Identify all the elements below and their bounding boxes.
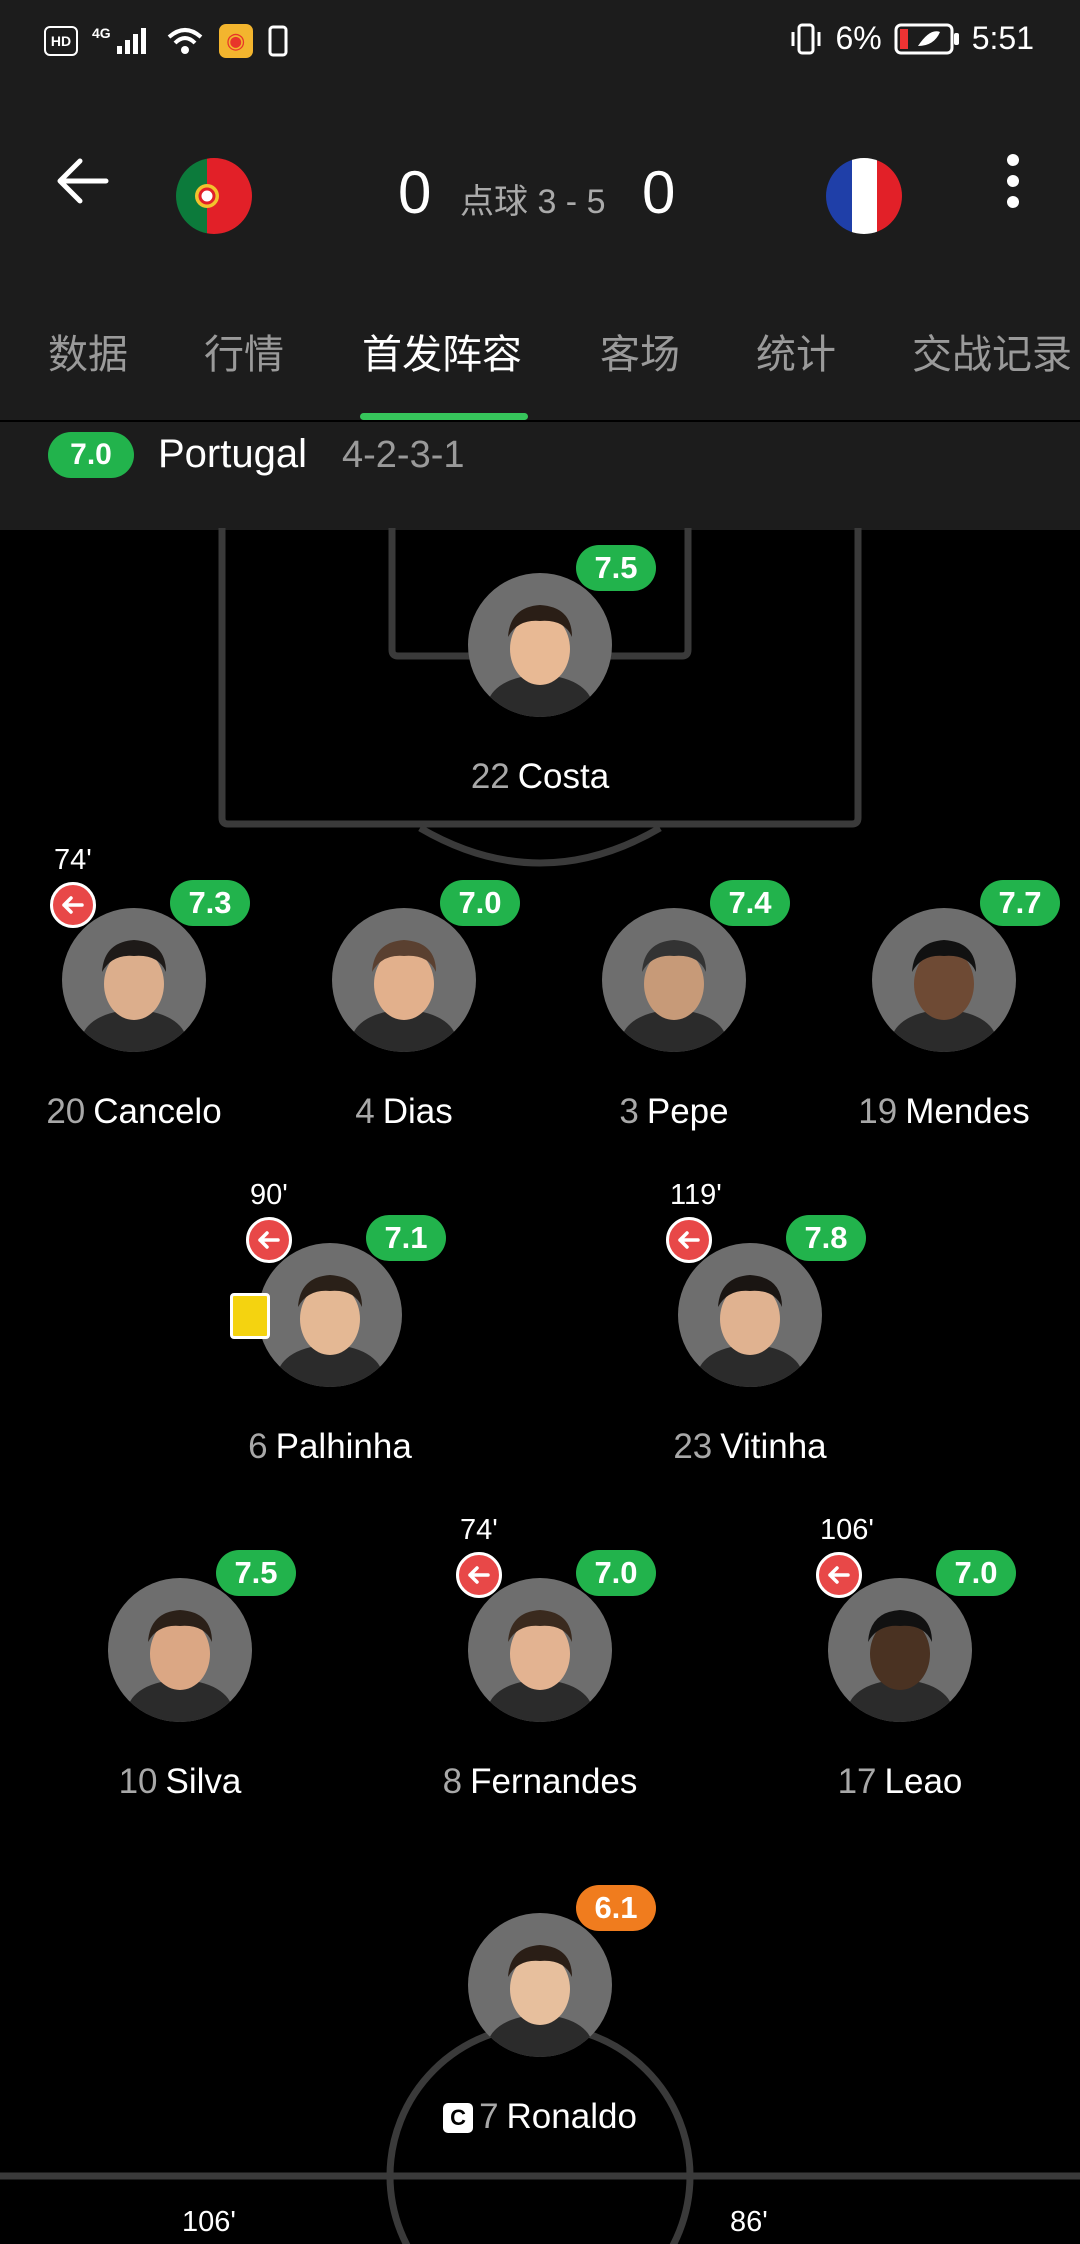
player-label: 17 Leao: [720, 1762, 1080, 1802]
sub-minute: 90': [250, 1179, 288, 1211]
player-number: 7: [479, 2097, 499, 2136]
player-rating-badge: 7.3: [170, 880, 250, 926]
player-number: 3: [619, 1092, 639, 1131]
player-photo-icon: [352, 940, 456, 1052]
player-photo-icon: [892, 940, 996, 1052]
player-label: 23 Vitinha: [570, 1427, 930, 1467]
player-avatar: [468, 1913, 612, 2057]
player-rating-badge: 7.1: [366, 1215, 446, 1261]
player-avatar: [828, 1578, 972, 1722]
captain-badge: C: [443, 2103, 474, 2133]
player-name: Cancelo: [93, 1092, 222, 1131]
lineup-players: 7.5 22 Costa 7.3 20 Cancelo 74' 7.0 4 Dias: [0, 0, 1080, 2244]
player-label: 19 Mendes: [764, 1092, 1080, 1132]
player-number: 4: [355, 1092, 375, 1131]
player-name: Vitinha: [720, 1427, 827, 1466]
player-avatar: [62, 908, 206, 1052]
player-avatar: [258, 1243, 402, 1387]
player-rating-badge: 7.5: [576, 545, 656, 591]
player-photo-icon: [848, 1610, 952, 1722]
substitution-out-icon: [666, 1217, 712, 1263]
player-label: 6 Palhinha: [150, 1427, 510, 1467]
player-photo-icon: [82, 940, 186, 1052]
player-avatar: [602, 908, 746, 1052]
player-number: 6: [248, 1427, 268, 1466]
player-label: 10 Silva: [0, 1762, 360, 1802]
player-rating-badge: 6.1: [576, 1885, 656, 1931]
player-name: Palhinha: [275, 1427, 412, 1466]
player-label: 22 Costa: [360, 757, 720, 797]
player-name: Mendes: [905, 1092, 1030, 1131]
player-photo-icon: [488, 1945, 592, 2057]
player-name: Pepe: [646, 1092, 729, 1131]
player-label: C 7 Ronaldo: [360, 2097, 720, 2137]
player-rating-badge: 7.4: [710, 880, 790, 926]
player-number: 17: [837, 1762, 877, 1801]
yellow-card-icon: [230, 1293, 270, 1339]
player-photo-icon: [488, 1610, 592, 1722]
player-number: 23: [673, 1427, 713, 1466]
player-avatar: [678, 1243, 822, 1387]
player-label: 8 Fernandes: [360, 1762, 720, 1802]
substitution-out-icon: [816, 1552, 862, 1598]
player-rating-badge: 7.8: [786, 1215, 866, 1261]
player-photo-icon: [488, 605, 592, 717]
player-rating-badge: 7.0: [936, 1550, 1016, 1596]
player-rating-badge: 7.0: [576, 1550, 656, 1596]
player-number: 10: [118, 1762, 158, 1801]
sub-minute: 106': [820, 1514, 874, 1546]
sub-minute: 74': [54, 844, 92, 876]
player-photo-icon: [278, 1275, 382, 1387]
player-avatar: [108, 1578, 252, 1722]
player-number: 20: [46, 1092, 86, 1131]
player-number: 8: [442, 1762, 463, 1801]
player-avatar: [872, 908, 1016, 1052]
sub-minute: 106': [182, 2206, 236, 2238]
substitution-out-icon: [246, 1217, 292, 1263]
player-name: Costa: [517, 757, 610, 796]
player-number: 19: [858, 1092, 898, 1131]
sub-minute: 74': [460, 1514, 498, 1546]
player-name: Dias: [382, 1092, 453, 1131]
sub-minute: 119': [670, 1179, 722, 1211]
substitution-out-icon: [50, 882, 96, 928]
player-photo-icon: [698, 1275, 802, 1387]
player-rating-badge: 7.7: [980, 880, 1060, 926]
player-name: Fernandes: [470, 1762, 638, 1801]
player-avatar: [468, 573, 612, 717]
substitution-out-icon: [456, 1552, 502, 1598]
player-photo-icon: [128, 1610, 232, 1722]
sub-minute: 86': [730, 2206, 768, 2238]
player-name: Silva: [165, 1762, 242, 1801]
player-rating-badge: 7.0: [440, 880, 520, 926]
player-name: Leao: [884, 1762, 963, 1801]
player-rating-badge: 7.5: [216, 1550, 296, 1596]
player-avatar: [468, 1578, 612, 1722]
player-number: 22: [470, 757, 510, 796]
player-avatar: [332, 908, 476, 1052]
player-name: Ronaldo: [506, 2097, 637, 2136]
player-photo-icon: [622, 940, 726, 1052]
